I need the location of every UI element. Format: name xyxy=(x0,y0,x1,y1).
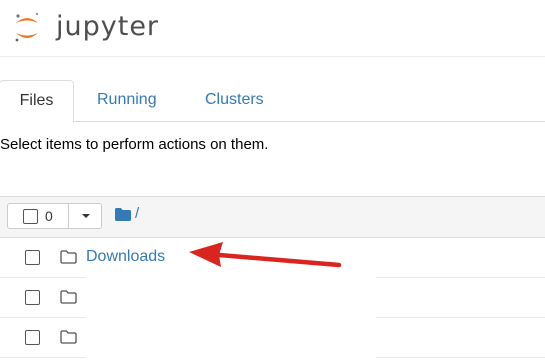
folder-icon[interactable] xyxy=(115,208,131,221)
instructions-text: Select items to perform actions on them. xyxy=(0,136,269,153)
tab-clusters[interactable]: Clusters xyxy=(205,80,264,120)
item-checkbox[interactable] xyxy=(25,290,40,305)
tab-running[interactable]: Running xyxy=(97,80,157,120)
red-arrow-icon xyxy=(189,242,342,268)
tab-files[interactable]: Files xyxy=(0,80,74,123)
app-title: jupyter xyxy=(56,11,160,42)
folder-icon xyxy=(60,290,77,304)
folder-icon xyxy=(60,250,77,264)
redaction-mask xyxy=(86,276,376,360)
select-all-button[interactable]: 0 xyxy=(7,203,69,229)
selected-count: 0 xyxy=(45,208,53,224)
folder-icon xyxy=(60,330,77,344)
jupyter-logo[interactable]: jupyter xyxy=(12,8,172,48)
item-checkbox[interactable] xyxy=(25,250,40,265)
select-all-checkbox[interactable] xyxy=(23,209,38,224)
breadcrumb-root[interactable]: / xyxy=(135,205,139,222)
tab-bar: Files Running Clusters xyxy=(0,80,545,123)
item-name-link[interactable]: Downloads xyxy=(86,248,165,266)
jupyter-logo-icon xyxy=(15,12,39,42)
caret-down-icon xyxy=(82,214,90,218)
file-list-header: 0 / xyxy=(0,197,545,238)
item-checkbox[interactable] xyxy=(25,330,40,345)
header: jupyter xyxy=(0,0,545,57)
selection-dropdown-button[interactable] xyxy=(68,203,102,229)
